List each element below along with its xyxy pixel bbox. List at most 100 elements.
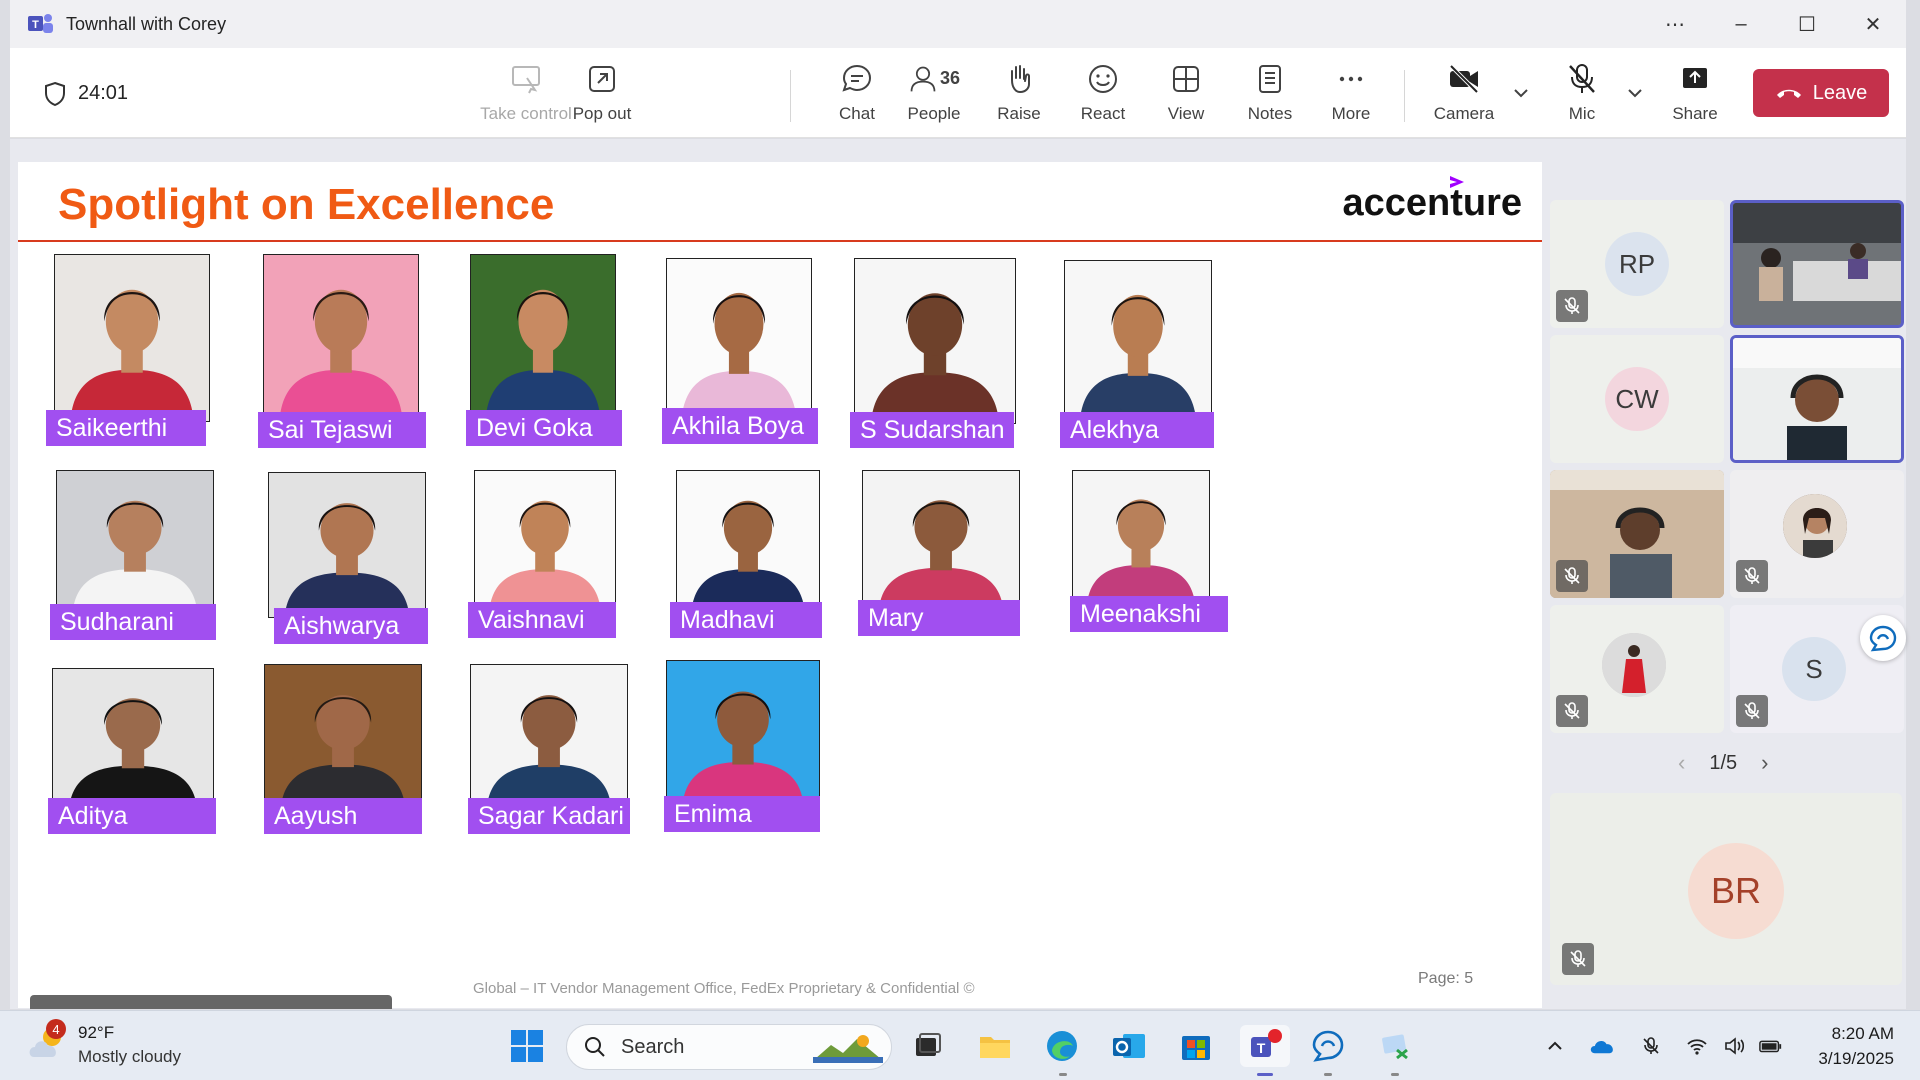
participant-tile-video-room[interactable] <box>1730 200 1904 328</box>
take-control-button[interactable]: Take control <box>480 60 572 132</box>
portrait-photo <box>862 470 1020 612</box>
store-icon <box>1182 1036 1210 1060</box>
chat-label: Chat <box>839 104 875 123</box>
participant-tile-cw[interactable]: CW <box>1550 335 1724 463</box>
share-icon <box>1683 68 1707 88</box>
store-button[interactable] <box>1175 1025 1217 1067</box>
clock-time: 8:20 AM <box>1831 1024 1894 1043</box>
system-clock[interactable]: 8:20 AM 3/19/2025 <box>1794 1021 1894 1071</box>
title-bar: T Townhall with Corey ⋯ – ☐ ✕ <box>10 0 1906 48</box>
brand-logo: accenture <box>1342 182 1522 224</box>
participant-tile-photo-red[interactable] <box>1550 605 1724 733</box>
name-tag: Aishwarya <box>274 608 428 644</box>
presenter-strip <box>30 995 392 1009</box>
raise-hand-button[interactable]: Raise <box>996 60 1042 132</box>
folder-icon <box>980 1037 1010 1058</box>
notes-button[interactable]: Notes <box>1245 60 1295 132</box>
participant-tile-rp[interactable]: RP <box>1550 200 1724 328</box>
close-button[interactable]: ✕ <box>1840 0 1906 48</box>
mic-off-icon <box>1564 702 1580 719</box>
shared-slide: Spotlight on Excellence accenture Saikee… <box>18 162 1542 1008</box>
taskbar-search[interactable]: Search <box>566 1024 892 1070</box>
camera-button[interactable]: Camera <box>1430 60 1498 132</box>
more-options-icon[interactable]: ⋯ <box>1642 0 1708 48</box>
chevron-down-icon[interactable] <box>1510 82 1532 104</box>
file-explorer-button[interactable] <box>974 1025 1016 1067</box>
name-tag: Aditya <box>48 798 216 834</box>
pop-out-button[interactable]: Pop out <box>572 60 632 132</box>
participant-tile-video-headset[interactable] <box>1730 335 1904 463</box>
tile-pager: ‹ 1/5 › <box>1678 750 1768 776</box>
windows-logo-icon <box>511 1030 543 1062</box>
task-view-button[interactable] <box>907 1025 949 1067</box>
onedrive-icon[interactable] <box>1588 1031 1618 1061</box>
name-tag: Sudharani <box>50 604 216 640</box>
active-indicator <box>1257 1073 1273 1076</box>
weather-temp: 92°F <box>78 1023 115 1042</box>
leave-button[interactable]: Leave <box>1753 69 1889 117</box>
name-tag: Sagar Kadari <box>468 798 630 834</box>
avatar: RP <box>1605 232 1669 296</box>
share-button[interactable]: Share <box>1672 60 1718 132</box>
name-tag: Alekhya <box>1060 412 1214 448</box>
edge-button[interactable] <box>1041 1025 1083 1067</box>
meeting-toolbar: 24:01 Take control Pop out Chat 36 Peopl… <box>10 48 1906 138</box>
volume-icon[interactable] <box>1720 1031 1750 1061</box>
portrait-photo <box>1072 470 1210 608</box>
mic-button[interactable]: Mic <box>1558 60 1606 132</box>
mic-off-badge <box>1556 560 1588 592</box>
portrait-photo <box>666 258 812 422</box>
portrait-photo <box>474 470 616 614</box>
outlook-button[interactable] <box>1108 1025 1150 1067</box>
minimize-button[interactable]: – <box>1708 0 1774 48</box>
wifi-icon[interactable] <box>1682 1031 1712 1061</box>
task-view-icon <box>916 1033 941 1056</box>
name-tag: Aayush <box>264 798 422 834</box>
search-icon <box>585 1037 605 1057</box>
name-tag: Saikeerthi <box>46 410 206 446</box>
copilot-button[interactable] <box>1307 1025 1349 1067</box>
pager-label: 1/5 <box>1709 751 1738 774</box>
more-button[interactable]: More <box>1328 60 1374 132</box>
slide-title: Spotlight on Excellence <box>58 180 555 229</box>
svg-text:T: T <box>1257 1040 1266 1056</box>
participant-tile-photo-woman[interactable] <box>1730 470 1904 598</box>
weather-widget[interactable]: 4 92°F Mostly cloudy <box>26 1019 181 1067</box>
chevron-down-icon[interactable] <box>1624 82 1646 104</box>
view-button[interactable]: View <box>1164 60 1208 132</box>
copilot-float-icon[interactable] <box>1860 615 1906 661</box>
mic-off-icon <box>1564 297 1580 314</box>
participant-photo <box>1602 633 1666 697</box>
edge-icon <box>1047 1031 1077 1061</box>
maximize-button[interactable]: ☐ <box>1774 0 1840 48</box>
meeting-timer: 24:01 <box>78 82 129 104</box>
chat-button[interactable]: Chat <box>835 60 879 132</box>
react-button[interactable]: React <box>1080 60 1126 132</box>
avatar-photo <box>1602 633 1666 697</box>
chevron-up-icon[interactable] <box>1540 1031 1570 1061</box>
mic-off-badge <box>1556 695 1588 727</box>
next-page-icon[interactable]: › <box>1761 750 1768 776</box>
previous-page-icon[interactable]: ‹ <box>1678 750 1685 776</box>
teams-button[interactable]: T <box>1240 1025 1290 1067</box>
people-button[interactable]: 36 People <box>902 60 966 132</box>
participant-tile-video-man[interactable] <box>1550 470 1724 598</box>
participant-tile-br[interactable]: BR <box>1550 793 1902 985</box>
running-indicator <box>1059 1073 1067 1076</box>
mic-muted-tray-icon[interactable] <box>1636 1031 1666 1061</box>
notification-badge: 4 <box>46 1019 66 1039</box>
chat-bubble-icon <box>1869 625 1897 652</box>
react-label: React <box>1080 104 1126 123</box>
mic-off-icon <box>1569 64 1595 93</box>
battery-icon[interactable] <box>1756 1031 1786 1061</box>
weather-icon: 4 <box>26 1019 68 1063</box>
portrait-photo <box>676 470 820 614</box>
start-button[interactable] <box>506 1025 548 1067</box>
name-tag: S Sudarshan <box>850 412 1014 448</box>
running-indicator <box>1324 1073 1332 1076</box>
remote-app-button[interactable] <box>1374 1025 1416 1067</box>
chat-bubble-icon <box>1312 1030 1344 1062</box>
smiley-icon <box>1089 65 1117 93</box>
portrait-photo <box>470 664 628 810</box>
chat-icon <box>842 64 872 92</box>
